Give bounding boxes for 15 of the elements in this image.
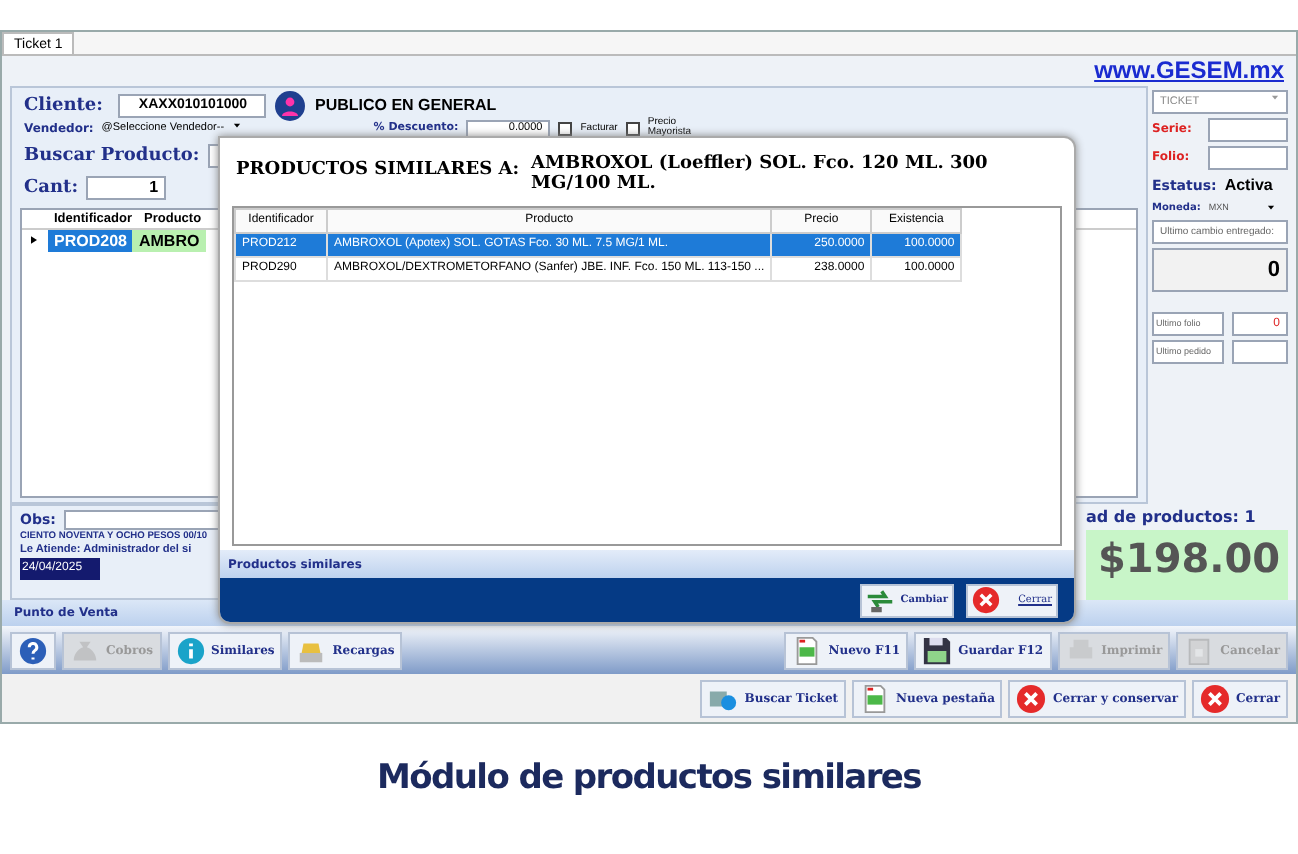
field-label: Cliente: — [24, 95, 103, 116]
table-cell: AMBRO — [132, 229, 206, 252]
quantity-field[interactable]: 1 — [86, 175, 167, 200]
total-amount: $198.00 — [1086, 530, 1288, 600]
product-count: ad de productos: 1 — [1086, 506, 1258, 531]
product-name: AMBROXOL (Loeffler) SOL. Fco. 120 ML. 300 MG/100 ML. — [531, 154, 990, 194]
field-label: Buscar Producto: — [24, 145, 200, 166]
dialog-title: PRODUCTOS SIMILARES A: — [236, 158, 520, 180]
table-cell: PROD208 — [48, 229, 133, 252]
caption: Módulo de productos similares — [375, 758, 923, 798]
status-value: Activa — [1224, 173, 1273, 198]
change-value: 0 — [1152, 247, 1288, 292]
client-name: PUBLICO EN GENERAL — [314, 93, 497, 118]
website-link[interactable]: www.GESEM.mx — [1094, 56, 1284, 86]
field-label: Cant: — [24, 177, 79, 198]
